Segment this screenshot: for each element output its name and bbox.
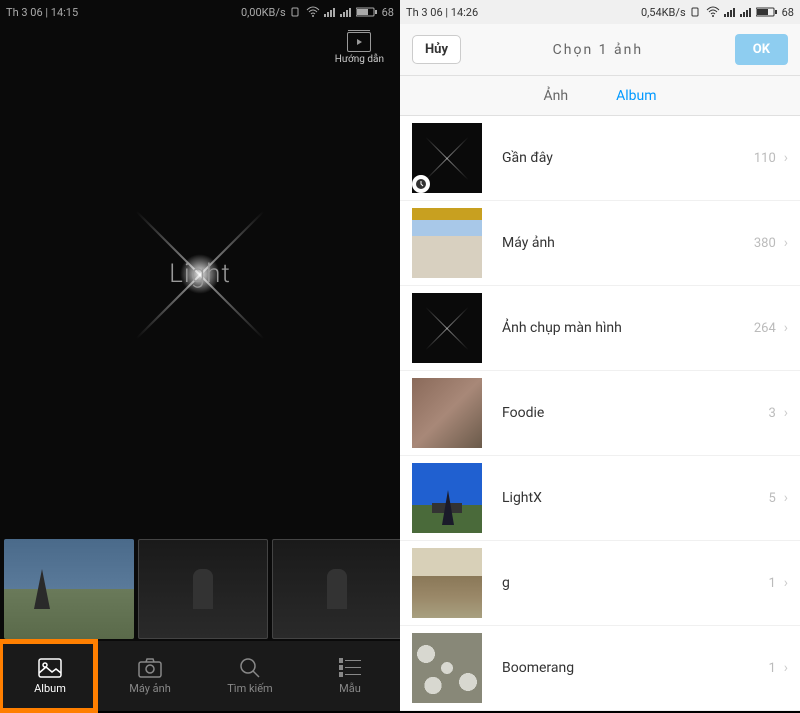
album-count: 380 [754, 236, 776, 251]
battery-icon [356, 6, 378, 18]
status-bar: Th 3 06 | 14:26 0,54KB/s 68 [400, 0, 800, 24]
status-icons: 0,54KB/s 68 [641, 6, 794, 19]
sim-icon [690, 6, 702, 18]
signal-icon [324, 6, 336, 18]
signal-icon [724, 6, 736, 18]
album-name: g [502, 575, 768, 591]
play-guide-icon [347, 32, 371, 52]
network-speed: 0,00KB/s [241, 6, 286, 19]
album-row-camera[interactable]: Máy ảnh 380 › [400, 201, 800, 286]
chevron-right-icon: › [784, 490, 788, 506]
chevron-right-icon: › [784, 405, 788, 421]
wifi-icon [306, 6, 320, 18]
album-row-lightx[interactable]: LightX 5 › [400, 456, 800, 541]
status-bar: Th 3 06 | 14:15 0,00KB/s 68 [0, 0, 400, 24]
picker-header: Hủy Chọn 1 ảnh OK [400, 24, 800, 76]
status-time: Th 3 06 | 14:26 [406, 6, 478, 19]
album-thumbnail [412, 293, 482, 363]
album-row-recent[interactable]: Gần đây 110 › [400, 116, 800, 201]
tab-photo[interactable]: Ảnh [540, 80, 573, 112]
album-thumbnail [412, 208, 482, 278]
album-list[interactable]: Gần đây 110 › Máy ảnh 380 › Ảnh chụp màn… [400, 116, 800, 711]
album-row-foodie[interactable]: Foodie 3 › [400, 371, 800, 456]
nav-search[interactable]: Tìm kiếm [200, 641, 300, 711]
battery-percent: 68 [782, 6, 794, 19]
ok-button[interactable]: OK [735, 34, 788, 65]
thumbnail-item[interactable] [272, 539, 400, 639]
nav-label: Máy ảnh [129, 682, 171, 695]
network-speed: 0,54KB/s [641, 6, 686, 19]
album-name: Ảnh chụp màn hình [502, 320, 754, 336]
battery-percent: 68 [382, 6, 394, 19]
sim-icon [290, 6, 302, 18]
nav-album[interactable]: Album [0, 641, 100, 711]
camera-icon [138, 658, 162, 678]
album-thumbnail [412, 633, 482, 703]
album-count: 5 [768, 491, 775, 506]
nav-label: Tìm kiếm [227, 682, 272, 695]
signal-icon-2 [740, 6, 752, 18]
search-icon [238, 658, 262, 678]
album-count: 264 [754, 321, 776, 336]
album-row-g[interactable]: g 1 › [400, 541, 800, 626]
chevron-right-icon: › [784, 660, 788, 676]
logo-text: Light [169, 259, 231, 289]
album-count: 110 [754, 151, 776, 166]
chevron-right-icon: › [784, 575, 788, 591]
album-count: 3 [768, 406, 775, 421]
album-row-screenshots[interactable]: Ảnh chụp màn hình 264 › [400, 286, 800, 371]
picker-title: Chọn 1 ảnh [461, 42, 735, 58]
album-thumbnail [412, 548, 482, 618]
nav-camera[interactable]: Máy ảnh [100, 641, 200, 711]
nav-label: Mẫu [339, 682, 361, 695]
template-icon [338, 658, 362, 678]
album-name: Máy ảnh [502, 235, 754, 251]
album-icon [38, 658, 62, 678]
album-row-boomerang[interactable]: Boomerang 1 › [400, 626, 800, 711]
album-name: Gần đây [502, 150, 754, 166]
app-logo: Light [0, 84, 400, 464]
album-thumbnail [412, 463, 482, 533]
thumbnail-strip[interactable] [0, 539, 400, 639]
status-icons: 0,00KB/s 68 [241, 6, 394, 19]
album-count: 1 [768, 576, 775, 591]
thumbnail-item[interactable] [138, 539, 268, 639]
album-thumbnail [412, 123, 482, 193]
album-name: Foodie [502, 405, 768, 421]
nav-label: Album [34, 682, 66, 695]
nav-template[interactable]: Mẫu [300, 641, 400, 711]
chevron-right-icon: › [784, 235, 788, 251]
wifi-icon [706, 6, 720, 18]
tab-album[interactable]: Album [612, 80, 660, 112]
status-time: Th 3 06 | 14:15 [6, 6, 78, 19]
guide-label: Hướng dẫn [335, 54, 384, 65]
bottom-nav: Album Máy ảnh Tìm kiếm Mẫu [0, 641, 400, 711]
chevron-right-icon: › [784, 320, 788, 336]
album-name: LightX [502, 490, 768, 506]
guide-button[interactable]: Hướng dẫn [335, 32, 384, 65]
signal-icon-2 [340, 6, 352, 18]
thumbnail-item[interactable] [4, 539, 134, 639]
chevron-right-icon: › [784, 150, 788, 166]
recent-badge-icon [412, 175, 430, 193]
album-thumbnail [412, 378, 482, 448]
picker-tabs: Ảnh Album [400, 76, 800, 116]
album-count: 1 [768, 661, 775, 676]
cancel-button[interactable]: Hủy [412, 35, 461, 64]
battery-icon [756, 6, 778, 18]
album-name: Boomerang [502, 660, 768, 676]
